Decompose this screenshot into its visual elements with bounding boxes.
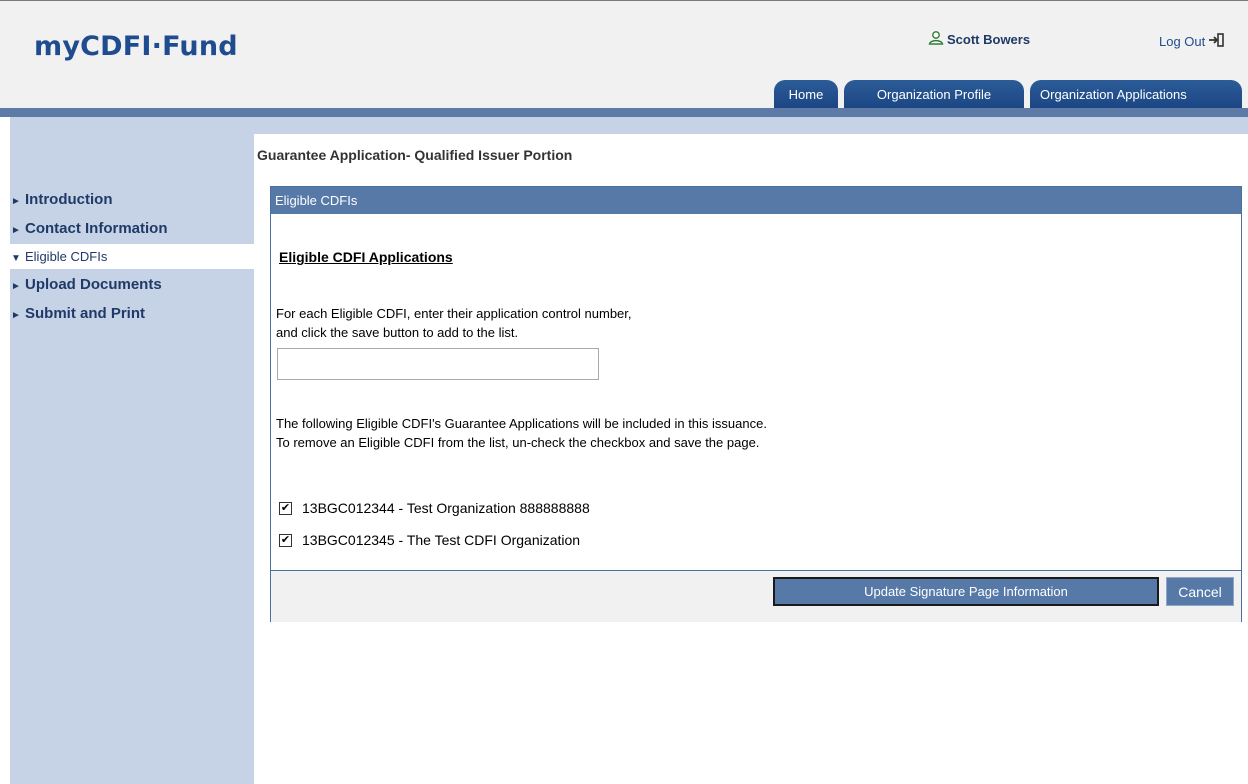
sidebar-item-contact-information[interactable]: ► Contact Information: [10, 218, 254, 240]
sidebar-item-label: Contact Information: [25, 220, 168, 237]
user-info: Scott Bowers: [928, 31, 1030, 48]
cdfi-list-item: ✔ 13BGC012345 - The Test CDFI Organizati…: [279, 530, 580, 550]
panel-footer: Update Signature Page Information Cancel: [271, 570, 1241, 622]
arrow-right-icon: ►: [11, 196, 21, 207]
sidebar-item-label: Submit and Print: [25, 305, 145, 322]
included-note: The following Eligible CDFI's Guarantee …: [276, 414, 767, 452]
cdfi-checkbox[interactable]: ✔: [279, 501, 292, 515]
user-name: Scott Bowers: [947, 32, 1031, 47]
cdfi-label: 13BGC012345 - The Test CDFI Organization: [302, 532, 581, 548]
sidebar-item-label: Introduction: [25, 191, 113, 208]
page-title: Guarantee Application- Qualified Issuer …: [257, 147, 573, 163]
cdfi-list-item: ✔ 13BGC012344 - Test Organization 888888…: [279, 498, 590, 518]
main-tabs: Home Organization Profile Organization A…: [774, 80, 1242, 109]
eligible-cdfis-panel: Eligible CDFIs Eligible CDFI Application…: [270, 186, 1242, 622]
instruction-line: and click the save button to add to the …: [276, 325, 519, 340]
sidebar: ► Introduction ► Contact Information ▼ Elig…: [10, 117, 254, 784]
control-number-input[interactable]: [277, 348, 599, 380]
tab-organization-profile[interactable]: Organization Profile: [844, 80, 1024, 109]
update-signature-page-button[interactable]: Update Signature Page Information: [773, 577, 1159, 606]
arrow-down-icon: ▼: [11, 253, 21, 264]
sidebar-item-submit-and-print[interactable]: ► Submit and Print: [10, 303, 254, 325]
cdfi-checkbox[interactable]: ✔: [279, 533, 292, 547]
cdfi-label: 13BGC012344 - Test Organization 88888888…: [302, 500, 590, 516]
sidebar-item-introduction[interactable]: ► Introduction: [10, 189, 254, 211]
included-note-line: The following Eligible CDFI's Guarantee …: [276, 416, 767, 431]
sidebar-item-eligible-cdfis[interactable]: ▼ Eligible CDFIs: [10, 244, 254, 269]
included-note-line: To remove an Eligible CDFI from the list…: [276, 435, 760, 450]
arrow-right-icon: ►: [11, 225, 21, 236]
sidebar-item-label: Eligible CDFIs: [25, 249, 108, 264]
logout-icon[interactable]: [1207, 31, 1225, 52]
arrow-right-icon: ►: [11, 310, 21, 321]
sidebar-item-upload-documents[interactable]: ► Upload Documents: [10, 274, 254, 296]
arrow-right-icon: ►: [11, 281, 21, 292]
header-divider: [0, 108, 1248, 117]
header: myCDFI·Fund Scott Bowers Log Out Home Or: [0, 0, 1248, 109]
logout-label[interactable]: Log Out: [1159, 34, 1205, 49]
sidebar-item-label: Upload Documents: [25, 276, 162, 293]
content-top-band: [254, 117, 1248, 134]
instruction-line: For each Eligible CDFI, enter their appl…: [276, 306, 632, 321]
cancel-button[interactable]: Cancel: [1166, 577, 1234, 606]
section-heading: Eligible CDFI Applications: [279, 249, 453, 265]
instruction-text: For each Eligible CDFI, enter their appl…: [276, 304, 632, 342]
logout-link[interactable]: Log Out: [1159, 31, 1225, 52]
panel-title: Eligible CDFIs: [271, 187, 1241, 214]
tab-home[interactable]: Home: [774, 80, 838, 109]
app-window: myCDFI·Fund Scott Bowers Log Out Home Or: [0, 0, 1248, 784]
tab-organization-applications[interactable]: Organization Applications: [1030, 80, 1242, 109]
logo: myCDFI·Fund: [34, 31, 238, 62]
person-icon: [928, 31, 944, 48]
